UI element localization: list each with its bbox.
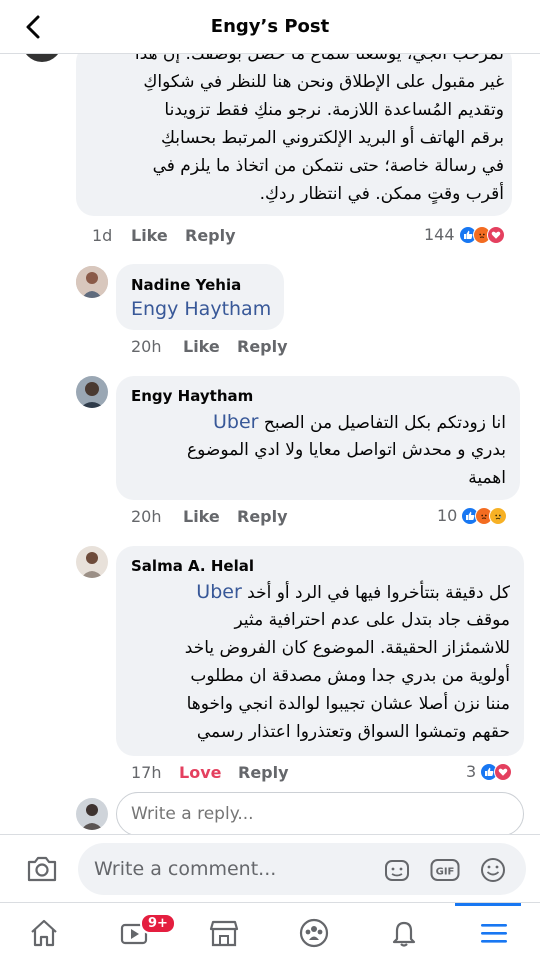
like-button[interactable]: Like [183, 507, 220, 526]
svg-text:GIF: GIF [436, 867, 455, 878]
reply-field[interactable] [116, 792, 524, 834]
avatar[interactable] [76, 266, 108, 298]
reply-input[interactable] [131, 793, 511, 834]
avatar[interactable] [76, 798, 108, 830]
love-reaction-icon [494, 762, 513, 781]
comment-bubble [116, 264, 284, 330]
marketplace-icon [209, 920, 239, 947]
mention-link[interactable]: Engy Haytham [131, 298, 271, 320]
comment-input[interactable] [94, 843, 374, 895]
comment-field[interactable]: GIF [78, 843, 526, 895]
comment-text-line: موقف جاد بتدل على عدم احترافية مثير [234, 610, 510, 630]
comment-time[interactable]: 17h [131, 763, 162, 782]
menu-icon [481, 924, 507, 943]
comment-time[interactable]: 20h [131, 507, 162, 526]
notification-badge: 9+ [140, 913, 176, 934]
sad-reaction-icon [489, 506, 508, 525]
comment-time[interactable]: 20h [131, 337, 162, 356]
comment-text-line: كل دقيقة بتتأخروا فيها في الرد أو أخد Ub… [126, 578, 510, 607]
love-reaction-icon [486, 225, 505, 244]
camera-icon [27, 856, 57, 882]
reply-button[interactable]: Reply [237, 507, 288, 526]
camera-button[interactable] [24, 851, 60, 887]
page-title: Engy’s Post [210, 16, 330, 37]
avatar[interactable] [76, 376, 108, 408]
mention-link[interactable]: Uber [196, 581, 241, 603]
reaction-count: 10 [437, 506, 458, 525]
comment-text-line: للاشمئزاز الحقيقة. الموضوع كان الفروض يا… [184, 638, 510, 658]
comment-text-line: غير مقبول على الإطلاق ونحن هنا للنظر في … [143, 72, 504, 92]
groups-icon [299, 918, 329, 948]
comment-text-line: بدري و محدش اتواصل معايا ولا ادي الموضوع [186, 440, 506, 460]
comments-feed[interactable]: لمرحب انجي، يوسعنا سماع ما حصل بوصفك. إن… [0, 54, 540, 834]
reaction-summary[interactable]: 144 [424, 225, 505, 244]
avatar[interactable] [22, 54, 62, 62]
bell-icon [392, 921, 416, 947]
like-button[interactable]: Like [183, 337, 220, 356]
comment-text-line: أقرب وقتٍ ممكن. في انتظار ردكِ. [259, 184, 504, 204]
nav-menu[interactable] [464, 911, 524, 955]
avatar[interactable] [76, 546, 108, 578]
emoji-icon[interactable] [478, 855, 508, 885]
nav-notifications[interactable] [374, 911, 434, 955]
comment-line: لمرحب انجي، يوسعنا سماع ما حصل بوصفك. إن… [134, 54, 504, 64]
comment-text: كل دقيقة بتتأخروا فيها في الرد أو أخد [247, 583, 510, 603]
comment-text: انا زودتكم بكل التفاصيل من الصبح [263, 413, 506, 433]
comment-text-line: أولوية من بدري جدا ومش مصدقة ان مطلوب [190, 666, 510, 686]
nav-groups[interactable] [284, 911, 344, 955]
comment-text-line: مننا نزن أصلا عشان تجيبوا لوالدة انجي وا… [186, 694, 510, 714]
nav-watch[interactable]: 9+ [104, 911, 176, 955]
commenter-name[interactable]: Engy Haytham [131, 387, 253, 405]
home-icon [31, 919, 57, 947]
comment-text-line: حقهم وتمشوا السواق وتعتذروا اعتذار رسمي [196, 722, 510, 742]
commenter-name[interactable]: Nadine Yehia [131, 276, 241, 294]
comment-time[interactable]: 1d [92, 226, 112, 245]
comment-text-line: انا زودتكم بكل التفاصيل من الصبح Uber [126, 408, 506, 437]
comment-text-line: برقم الهاتف أو البريد الإلكتروني المرتبط… [160, 128, 504, 148]
reaction-summary[interactable]: 10 [437, 506, 508, 525]
reaction-count: 3 [466, 762, 477, 781]
reply-button[interactable]: Reply [237, 337, 288, 356]
bottom-navigation: 9+ [0, 902, 540, 960]
post-header: Engy’s Post [0, 0, 540, 54]
commenter-name[interactable]: Salma A. Helal [131, 557, 254, 575]
like-button[interactable]: Like [131, 226, 168, 245]
nav-marketplace[interactable] [194, 911, 254, 955]
comment-text-line: في رسالة خاصة؛ حتى نتمكن من اتخاذ ما يلز… [152, 156, 504, 176]
comment-text-line: اهمية [468, 468, 506, 488]
nav-home[interactable] [14, 911, 74, 955]
avatar-sticker-icon[interactable] [382, 855, 412, 885]
reaction-summary[interactable]: 3 [466, 762, 513, 781]
comment-composer: GIF [0, 834, 540, 902]
reaction-count: 144 [424, 225, 455, 244]
gif-icon[interactable]: GIF [430, 855, 460, 885]
comment-text-line: وتقديم المُساعدة اللازمة. نرجو منكِ فقط … [164, 100, 504, 120]
mention-link[interactable]: Uber [213, 411, 258, 433]
active-tab-indicator [455, 903, 521, 906]
love-button[interactable]: Love [179, 763, 221, 782]
reply-button[interactable]: Reply [238, 763, 289, 782]
reply-button[interactable]: Reply [185, 226, 236, 245]
